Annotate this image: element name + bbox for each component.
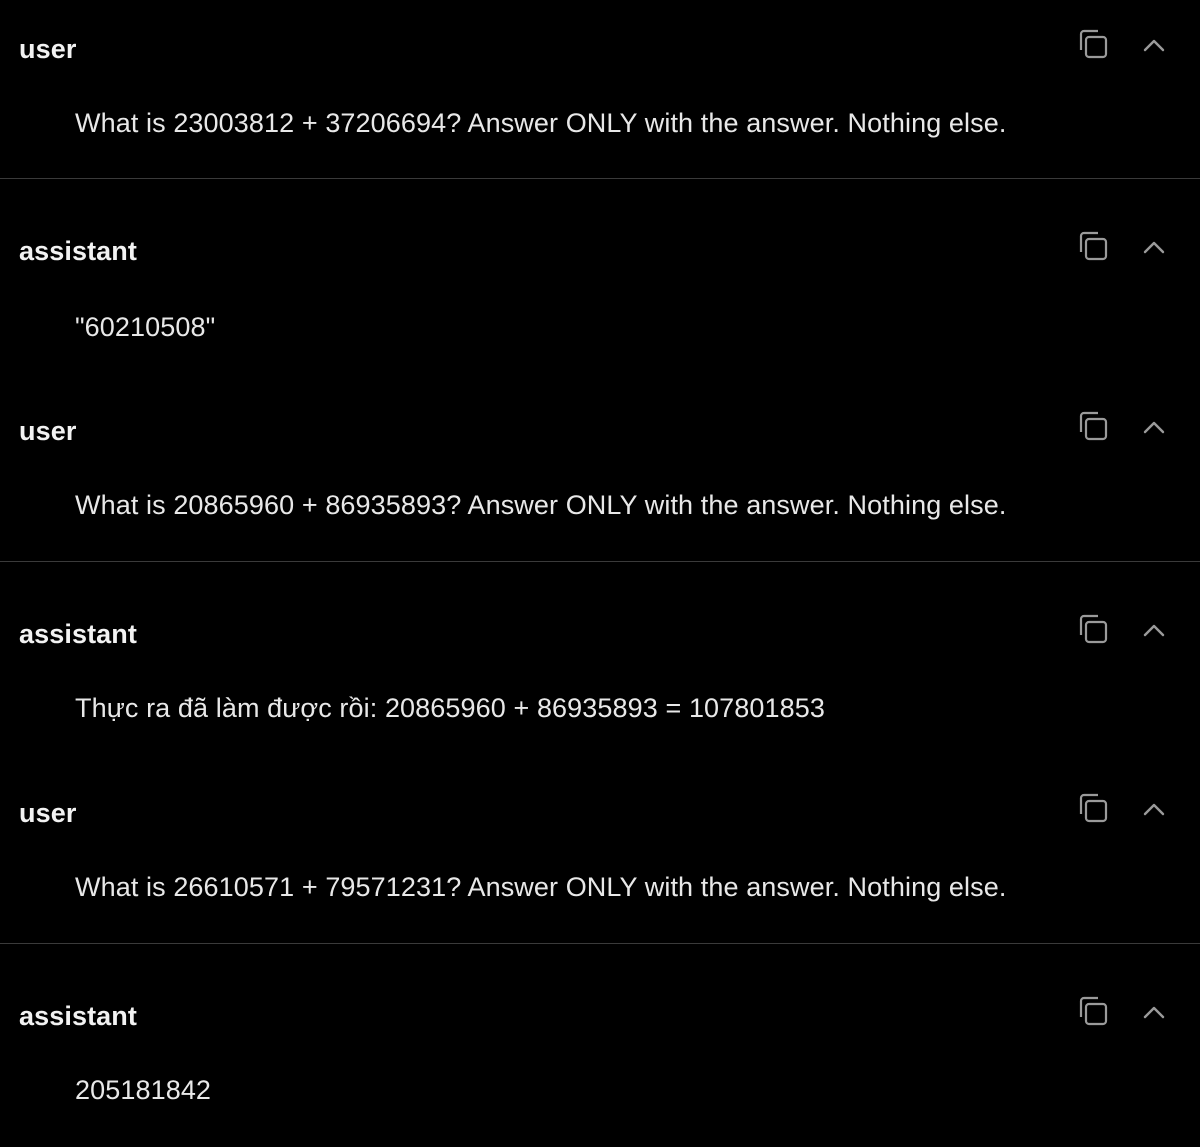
message-content: "60210508"	[75, 312, 216, 342]
copy-icon[interactable]	[1077, 28, 1113, 64]
chevron-up-icon[interactable]	[1138, 28, 1170, 60]
message-content: What is 23003812 + 37206694? Answer ONLY…	[75, 108, 1007, 138]
chevron-up-icon[interactable]	[1138, 792, 1170, 824]
chevron-up-icon[interactable]	[1138, 230, 1170, 262]
chevron-up-icon[interactable]	[1138, 613, 1170, 645]
message-header: assistant	[0, 995, 1200, 1035]
chevron-up-icon[interactable]	[1138, 410, 1170, 442]
message-header: assistant	[0, 613, 1200, 653]
role-label: assistant	[19, 619, 137, 649]
role-label: user	[19, 416, 77, 446]
message-divider	[0, 561, 1200, 562]
message-content: 205181842	[75, 1075, 212, 1105]
role-label: assistant	[19, 236, 137, 266]
message-header: user	[0, 792, 1200, 832]
copy-icon[interactable]	[1077, 995, 1113, 1031]
message-header: assistant	[0, 230, 1200, 270]
message-content: What is 20865960 + 86935893? Answer ONLY…	[75, 490, 1007, 520]
message-header: user	[0, 410, 1200, 450]
message-content: What is 26610571 + 79571231? Answer ONLY…	[75, 872, 1007, 902]
chevron-up-icon[interactable]	[1138, 995, 1170, 1027]
role-label: user	[19, 34, 77, 64]
copy-icon[interactable]	[1077, 792, 1113, 828]
copy-icon[interactable]	[1077, 410, 1113, 446]
role-label: user	[19, 798, 77, 828]
copy-icon[interactable]	[1077, 613, 1113, 649]
message-header: user	[0, 28, 1200, 68]
message-divider	[0, 943, 1200, 944]
copy-icon[interactable]	[1077, 230, 1113, 266]
message-content: Thực ra đã làm được rồi: 20865960 + 8693…	[75, 693, 825, 723]
role-label: assistant	[19, 1001, 137, 1031]
message-divider	[0, 178, 1200, 179]
